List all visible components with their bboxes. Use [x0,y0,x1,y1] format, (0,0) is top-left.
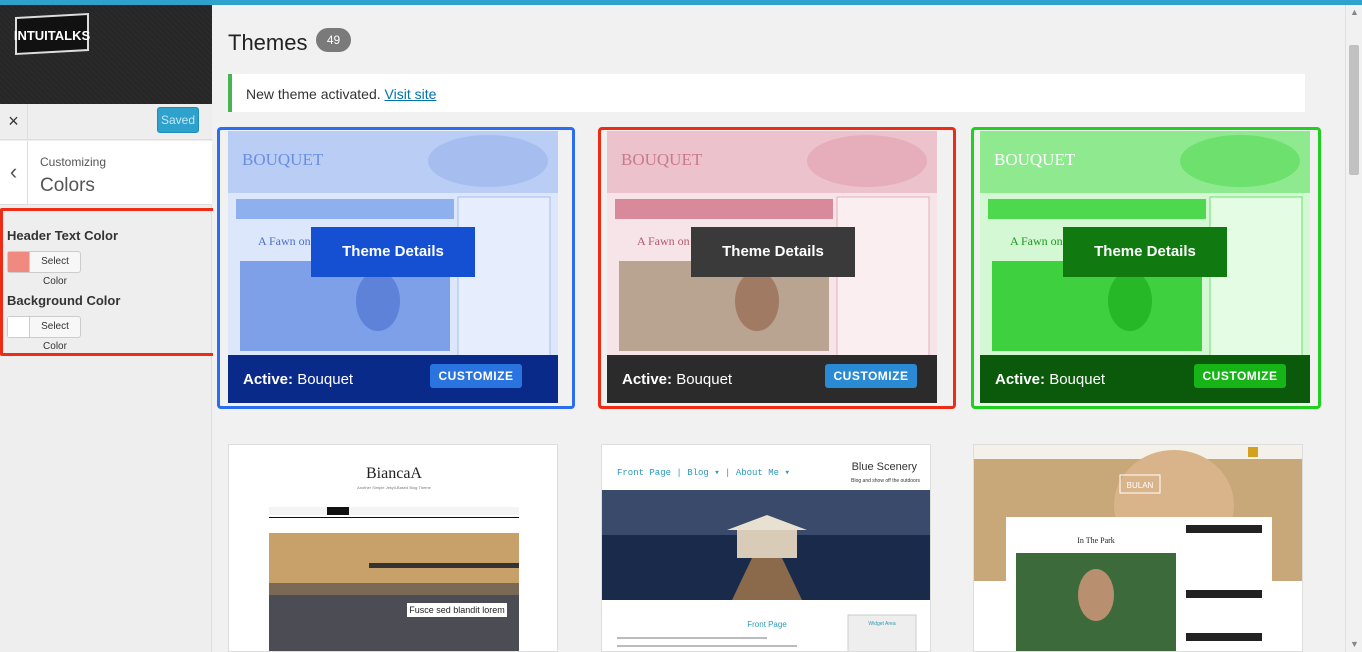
svg-text:Fusce sed blandit lorem: Fusce sed blandit lorem [409,605,505,615]
background-select-color-button[interactable]: Select Color [30,317,80,352]
svg-text:In The Park: In The Park [1077,536,1115,545]
theme-screenshot: BiancaA Another Simple Jekyll-Based Blog… [228,444,558,652]
blue-scenery-preview-image: Front Page | Blog ▾ | About Me ▾ Blue Sc… [602,445,930,651]
header-text-color-picker[interactable]: Select Color [7,251,81,287]
svg-text:Front Page | Blog ▾ | About Me: Front Page | Blog ▾ | About Me ▾ [617,468,790,478]
page-title: Themes [228,30,308,55]
activation-notice: New theme activated. Visit site [228,74,1305,112]
blue-highlight-outline [217,127,575,409]
svg-text:Another Simple Jekyll-Based Bl: Another Simple Jekyll-Based Blog Theme [357,485,432,490]
svg-text:BiancaA: BiancaA [366,465,422,482]
section-header: ‹ Customizing Colors [0,141,212,205]
close-customizer-button[interactable]: × [0,104,28,140]
site-logo-area: INTUITALKS [0,0,212,104]
top-accent-bar [0,0,1362,5]
customizing-label: Customizing [40,155,107,169]
svg-text:Front Page: Front Page [747,620,787,629]
theme-card-bulan[interactable]: BULAN In The Park [973,444,1303,652]
visit-site-link[interactable]: Visit site [385,86,437,102]
theme-card-biancaa[interactable]: BiancaA Another Simple Jekyll-Based Blog… [228,444,558,652]
svg-text:Blue Scenery: Blue Scenery [852,461,918,473]
scroll-up-icon[interactable]: ▲ [1350,7,1359,17]
customizer-sidebar: INTUITALKS × Saved ‹ Customizing Colors … [0,0,216,652]
scrollbar-thumb[interactable] [1349,45,1359,175]
background-color-swatch[interactable] [8,317,30,337]
saved-button[interactable]: Saved [157,107,199,133]
theme-screenshot: BULAN In The Park [973,444,1303,652]
header-select-color-button[interactable]: Select Color [30,252,80,287]
background-color-label: Background Color [7,293,121,308]
color-controls-highlight: Header Text Color Select Color Backgroun… [0,208,216,356]
theme-screenshot: Front Page | Blog ▾ | About Me ▾ Blue Sc… [601,444,931,652]
header-color-swatch[interactable] [8,252,30,272]
svg-text:BULAN: BULAN [1127,481,1154,490]
back-chevron-icon[interactable]: ‹ [0,141,28,205]
bulan-preview-image: BULAN In The Park [974,445,1302,651]
theme-count-badge: 49 [316,28,351,52]
customizer-header: × Saved [0,104,212,140]
svg-text:Widget Area: Widget Area [868,621,895,627]
background-color-picker[interactable]: Select Color [7,316,81,352]
vertical-scrollbar[interactable]: ▲ ▼ [1345,5,1362,652]
biancaa-preview-image: BiancaA Another Simple Jekyll-Based Blog… [247,445,541,651]
section-title: Colors [40,175,95,196]
theme-card-blue-scenery[interactable]: Front Page | Blog ▾ | About Me ▾ Blue Sc… [601,444,931,652]
green-highlight-outline [971,127,1321,409]
themes-main: Themes 49 New theme activated. Visit sit… [213,5,1345,652]
svg-text:INTUITALKS: INTUITALKS [14,28,91,43]
red-highlight-outline [598,127,956,409]
intuitalks-logo: INTUITALKS [14,12,91,56]
scroll-down-icon[interactable]: ▼ [1350,639,1359,649]
notice-text: New theme activated. [246,86,381,102]
header-text-color-label: Header Text Color [7,228,119,243]
svg-text:Blog and show off the outdoors: Blog and show off the outdoors [851,478,920,484]
